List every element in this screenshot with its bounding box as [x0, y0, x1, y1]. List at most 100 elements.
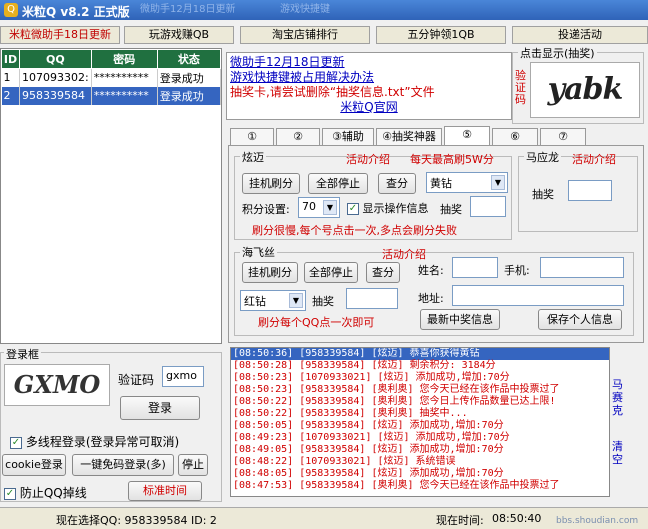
log-row: [08:49:05] [958339584] [炫迈] 添加成功,增加:70分	[233, 444, 504, 455]
show-info-checkbox[interactable]: ✓ 显示操作信息	[347, 200, 429, 216]
phone-label: 手机:	[504, 264, 530, 277]
address-input[interactable]	[452, 285, 624, 306]
title-faded-text-2: 游戏快捷键	[280, 4, 330, 15]
checkmark-icon: ✓	[347, 203, 359, 215]
menu-taobao[interactable]: 淘宝店铺排行	[240, 26, 370, 44]
login-button[interactable]: 登录	[120, 396, 200, 420]
status-bar: 现在选择QQ: 958339584 ID: 2 现在时间: 08:50:40 b…	[0, 507, 648, 529]
notice-update-link[interactable]: 微助手12月18日更新	[230, 55, 508, 70]
notice-hotkey-link[interactable]: 游戏快捷键被占用解决办法	[230, 70, 508, 85]
notice-site-link[interactable]: 米粒Q官网	[230, 100, 508, 115]
save-info-button[interactable]: 保存个人信息	[538, 309, 622, 330]
table-row-selected[interactable]: 2 958339584 ********** 登录成功	[1, 86, 222, 105]
tab-4-lottery[interactable]: ④抽奖神器	[376, 128, 442, 145]
xuanmai-select-value: 黄钻	[430, 177, 452, 190]
captcha-group-title[interactable]: 点击显示(抽奖)	[518, 45, 597, 61]
col-status[interactable]: 状态	[156, 49, 222, 69]
notice-box: 微助手12月18日更新 游戏快捷键被占用解决办法 抽奖卡,请尝试删除“抽奖信息.…	[226, 52, 512, 120]
col-password[interactable]: 密码	[90, 49, 158, 69]
mayinglong-lottery-label: 抽奖	[532, 188, 554, 201]
chevron-down-icon: ▼	[491, 175, 505, 190]
haifeisi-diamond-select[interactable]: 红钻 ▼	[240, 290, 306, 311]
phone-input[interactable]	[540, 257, 624, 278]
haifeisi-title: 海飞丝	[240, 244, 277, 260]
haifeisi-tip: 刷分每个QQ点一次即可	[258, 316, 375, 329]
captcha-image[interactable]: yabk	[530, 62, 640, 118]
menu-activity[interactable]: 投递活动	[512, 26, 648, 44]
haifeisi-lottery-input[interactable]	[346, 288, 398, 309]
tab-2[interactable]: ②	[276, 128, 320, 145]
col-qq[interactable]: QQ	[19, 49, 92, 69]
multithread-checkbox[interactable]: ✓ 多线程登录(登录异常可取消)	[10, 433, 179, 450]
cell-status: 登录成功	[157, 86, 222, 105]
latest-winner-button[interactable]: 最新中奖信息	[420, 309, 500, 330]
cell-qq: 958339584	[19, 86, 92, 105]
score-setting-value: 70	[302, 200, 316, 213]
xuanmai-stop-button[interactable]: 全部停止	[308, 173, 368, 194]
xuanmai-diamond-select[interactable]: 黄钻 ▼	[426, 172, 508, 193]
xuanmai-check-button[interactable]: 查分	[378, 173, 416, 194]
login-captcha-label: 验证码	[118, 373, 155, 387]
multithread-label: 多线程登录(登录异常可取消)	[25, 435, 180, 449]
cell-password: **********	[91, 68, 158, 87]
stop-login-button[interactable]: 停止	[178, 454, 208, 476]
xuanmai-activity-link[interactable]: 活动介绍	[346, 151, 390, 167]
xuanmai-lottery-input[interactable]	[470, 196, 506, 217]
tab-6[interactable]: ⑥	[492, 128, 538, 145]
mayinglong-title: 马应龙	[524, 149, 561, 165]
clear-log-link[interactable]: 清 空	[612, 440, 632, 466]
xuanmai-tip: 刷分很慢,每个号点击一次,多点会刷分失败	[252, 224, 457, 237]
tab-1[interactable]: ①	[230, 128, 274, 145]
checkmark-icon: ✓	[10, 436, 22, 449]
mosaic-link[interactable]: 马 赛 克	[612, 378, 632, 417]
captcha-text: yabk	[547, 72, 624, 107]
address-label: 地址:	[418, 292, 444, 305]
col-id[interactable]: ID	[1, 49, 20, 69]
show-info-label: 显示操作信息	[362, 202, 429, 215]
account-table[interactable]: ID QQ 密码 状态 1 107093302: ********** 登录成功…	[0, 48, 222, 344]
score-setting-select[interactable]: 70 ▼	[298, 197, 340, 218]
login-captcha-input[interactable]: gxmo	[162, 366, 204, 387]
xuanmai-hang-button[interactable]: 挂机刷分	[242, 173, 300, 194]
menu-game-qb[interactable]: 玩游戏赚QB	[124, 26, 234, 44]
log-row: [08:50:28] [958339584] [炫迈] 剩余积分: 3184分	[233, 360, 496, 371]
login-captcha-image[interactable]: GXMO	[4, 364, 110, 406]
haifeisi-stop-button[interactable]: 全部停止	[304, 262, 358, 283]
haifeisi-activity-link[interactable]: 活动介绍	[382, 246, 426, 262]
login-captcha-text: GXMO	[13, 370, 101, 399]
xuanmai-title: 炫迈	[240, 149, 266, 165]
score-setting-label: 积分设置:	[242, 203, 290, 216]
title-bar: Q 米粒Q v8.2 正式版 微助手12月18日更新 游戏快捷键	[0, 0, 648, 20]
captcha-label: 验 证 码	[515, 69, 526, 106]
log-row: [08:50:36] [958339584] [炫迈] 恭喜你获得黄钻	[231, 348, 609, 360]
haifeisi-hang-button[interactable]: 挂机刷分	[242, 262, 298, 283]
notice-lottery-tip: 抽奖卡,请尝试删除“抽奖信息.txt”文件	[230, 85, 435, 99]
table-row[interactable]: 1 107093302: ********** 登录成功	[1, 68, 222, 87]
standard-time-button[interactable]: 标准时间	[128, 481, 202, 501]
cookie-login-button[interactable]: cookie登录	[2, 454, 66, 476]
watermark: bbs.shoudian.com	[556, 516, 639, 526]
app-icon: Q	[4, 3, 18, 17]
chevron-down-icon: ▼	[323, 200, 337, 215]
menu-update[interactable]: 米粒微助手18日更新	[0, 26, 120, 44]
login-title: 登录框	[4, 346, 41, 362]
time-label: 现在时间:	[436, 514, 484, 527]
mayinglong-activity-link[interactable]: 活动介绍	[572, 151, 616, 167]
haifeisi-check-button[interactable]: 查分	[366, 262, 400, 283]
anti-drop-label: 防止QQ掉线	[19, 486, 87, 500]
log-row: [08:50:22] [958339584] [奥利奥] 抽奖中...	[233, 408, 468, 419]
name-input[interactable]	[452, 257, 498, 278]
selected-qq-status: 现在选择QQ: 958339584 ID: 2	[56, 514, 217, 527]
menu-free-qb[interactable]: 五分钟领1QB	[376, 26, 506, 44]
tab-7[interactable]: ⑦	[540, 128, 586, 145]
mayinglong-lottery-input[interactable]	[568, 180, 612, 201]
log-row: [08:50:23] [958339584] [奥利奥] 您今天已经在该作品中投…	[233, 384, 560, 395]
tab-3-assist[interactable]: ③辅助	[322, 128, 374, 145]
activity-log[interactable]: [08:50:36] [958339584] [炫迈] 恭喜你获得黄钻 [08:…	[230, 347, 610, 497]
xuanmai-lottery-label: 抽奖	[440, 203, 462, 216]
free-code-login-button[interactable]: 一键免码登录(多)	[72, 454, 174, 476]
log-row: [08:50:22] [958339584] [奥利奥] 您今日上传作品数量已达…	[233, 396, 556, 407]
tab-5[interactable]: ⑤	[444, 126, 490, 146]
log-row: [08:48:22] [1070933021] [炫迈] 系统错误	[233, 456, 456, 467]
anti-drop-checkbox[interactable]: ✓ 防止QQ掉线	[4, 484, 87, 501]
